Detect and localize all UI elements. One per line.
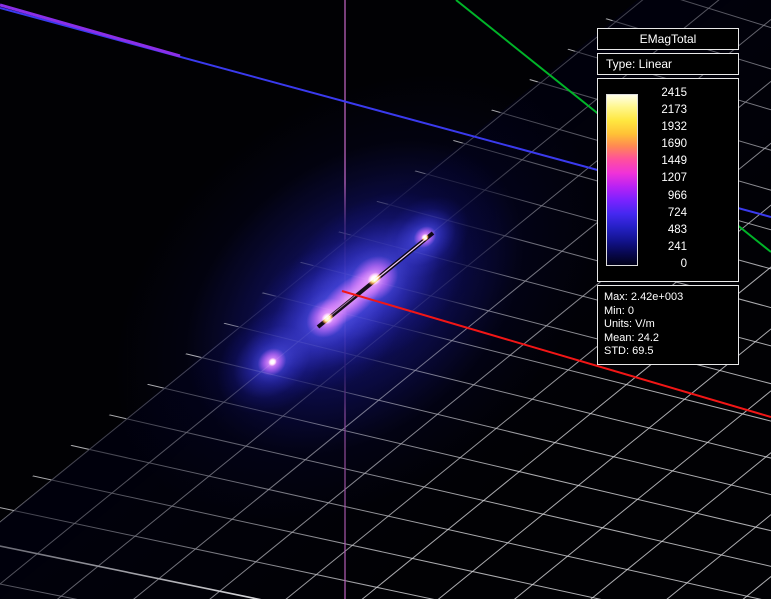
field-hotspot-core xyxy=(266,356,278,368)
grid-line xyxy=(0,542,771,599)
colorbar-ticks: 2415 2173 1932 1690 1449 1207 966 724 48… xyxy=(645,87,687,271)
legend-stat-units: Units: V/m xyxy=(604,318,732,332)
colorbar-tick: 0 xyxy=(645,258,687,271)
antenna-wire xyxy=(318,233,433,327)
colorbar-tick: 1690 xyxy=(645,138,687,151)
grid-line xyxy=(0,375,771,599)
legend-stat-max: Max: 2.42e+003 xyxy=(604,291,732,305)
field-hotspot-halo xyxy=(247,156,501,402)
legend-title: EMagTotal xyxy=(640,32,697,46)
field-hotspot-core xyxy=(420,232,431,242)
field-hotspot-halo xyxy=(196,288,347,435)
field-hotspot-halo xyxy=(365,179,484,295)
grid-line xyxy=(0,580,771,599)
3d-field-viewport[interactable]: EMagTotal Type: Linear 2415 2173 1932 16… xyxy=(0,0,771,599)
field-hotspot-core xyxy=(364,270,383,289)
grid-line xyxy=(0,437,771,599)
colorbar-tick: 1449 xyxy=(645,155,687,168)
field-dark-region xyxy=(89,24,650,546)
field-glow-haze xyxy=(26,0,685,599)
legend-stat-mean: Mean: 24.2 xyxy=(604,332,732,346)
wire-highlight-left xyxy=(329,295,356,317)
field-hotspot-inner xyxy=(341,246,408,311)
grid-line xyxy=(0,499,771,599)
legend-scale-box[interactable]: 2415 2173 1932 1690 1449 1207 966 724 48… xyxy=(597,78,739,282)
field-hotspot-inner xyxy=(299,290,356,346)
field-hotspot-bridge xyxy=(308,260,393,338)
legend-title-box[interactable]: EMagTotal xyxy=(597,28,739,50)
field-hotspot-halo xyxy=(215,209,440,427)
colorbar-tick: 2415 xyxy=(645,87,687,100)
colorbar-tick: 2173 xyxy=(645,104,687,117)
wire-highlight xyxy=(374,238,427,281)
colorbar-tick: 1207 xyxy=(645,172,687,185)
colorbar-tick: 1932 xyxy=(645,121,687,134)
colorbar-tick: 241 xyxy=(645,241,687,254)
grid-line xyxy=(0,385,771,570)
field-hotspot-core xyxy=(318,310,335,327)
colorbar-tick: 483 xyxy=(645,224,687,237)
legend-stats-box[interactable]: Max: 2.42e+003 Min: 0 Units: V/m Mean: 2… xyxy=(597,285,739,365)
grid-line xyxy=(0,503,771,599)
legend-type-box[interactable]: Type: Linear xyxy=(597,53,739,75)
field-hotspot-inner xyxy=(409,222,440,253)
colorbar-gradient xyxy=(606,94,638,266)
colorbar-tick: 724 xyxy=(645,207,687,220)
color-legend[interactable]: EMagTotal Type: Linear 2415 2173 1932 16… xyxy=(597,28,739,368)
grid-line xyxy=(0,425,771,599)
legend-stat-min: Min: 0 xyxy=(604,305,732,319)
colorbar-tick: 966 xyxy=(645,190,687,203)
edge-line-purple xyxy=(0,5,180,56)
grid-line xyxy=(0,561,771,599)
legend-stat-std: STD: 69.5 xyxy=(604,345,732,359)
legend-type-label: Type: Linear xyxy=(606,57,672,71)
field-hotspot-inner xyxy=(252,342,292,381)
grid-line xyxy=(0,345,771,535)
grid-line xyxy=(0,464,771,599)
